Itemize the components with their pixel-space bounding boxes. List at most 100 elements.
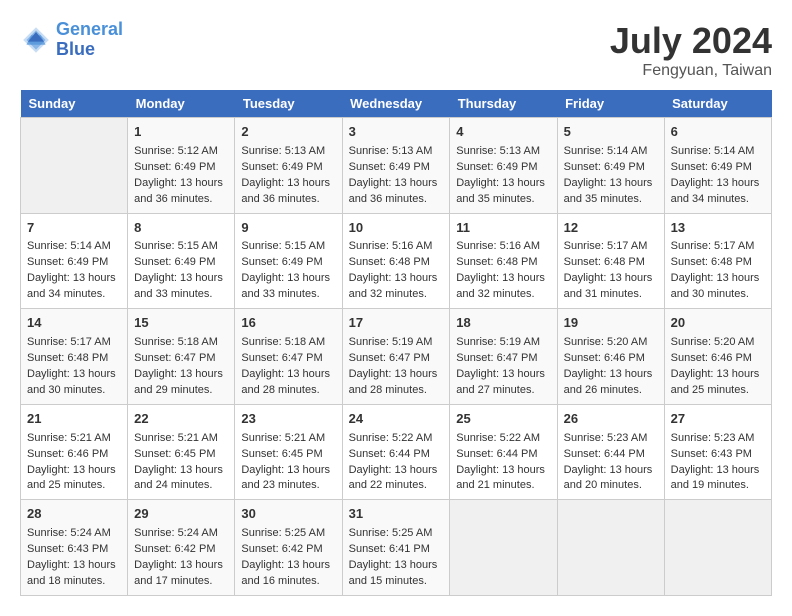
day-number: 24 (349, 410, 444, 429)
day-info-line: and 34 minutes. (671, 192, 765, 208)
day-info-line: Sunset: 6:46 PM (671, 351, 765, 367)
day-number: 8 (134, 219, 228, 238)
day-info-line: Sunrise: 5:23 AM (671, 431, 765, 447)
day-info-line: Sunset: 6:49 PM (134, 160, 228, 176)
day-info-line: Daylight: 13 hours (241, 176, 335, 192)
day-cell: 6Sunrise: 5:14 AMSunset: 6:49 PMDaylight… (664, 118, 771, 214)
day-cell: 4Sunrise: 5:13 AMSunset: 6:49 PMDaylight… (450, 118, 557, 214)
day-info-line: Sunset: 6:48 PM (27, 351, 121, 367)
day-cell: 16Sunrise: 5:18 AMSunset: 6:47 PMDayligh… (235, 309, 342, 405)
day-info-line: Sunrise: 5:16 AM (456, 239, 550, 255)
day-info-line: Sunset: 6:45 PM (241, 447, 335, 463)
day-info-line: Sunset: 6:48 PM (671, 255, 765, 271)
day-info-line: and 28 minutes. (241, 383, 335, 399)
title-block: July 2024 Fengyuan, Taiwan (610, 20, 772, 80)
day-info-line: Daylight: 13 hours (671, 463, 765, 479)
day-info-line: and 30 minutes. (671, 287, 765, 303)
day-number: 30 (241, 505, 335, 524)
day-info-line: Sunset: 6:46 PM (564, 351, 658, 367)
day-info-line: Sunrise: 5:21 AM (241, 431, 335, 447)
day-info-line: Sunset: 6:46 PM (27, 447, 121, 463)
day-info-line: Daylight: 13 hours (241, 367, 335, 383)
day-number: 2 (241, 123, 335, 142)
day-number: 11 (456, 219, 550, 238)
day-info-line: Daylight: 13 hours (456, 463, 550, 479)
weekday-header-row: SundayMondayTuesdayWednesdayThursdayFrid… (21, 90, 772, 118)
day-info-line: and 36 minutes. (134, 192, 228, 208)
day-info-line: Sunset: 6:43 PM (27, 542, 121, 558)
day-info-line: Sunrise: 5:22 AM (349, 431, 444, 447)
day-cell: 17Sunrise: 5:19 AMSunset: 6:47 PMDayligh… (342, 309, 450, 405)
day-info-line: Daylight: 13 hours (27, 367, 121, 383)
day-number: 17 (349, 314, 444, 333)
week-row-2: 7Sunrise: 5:14 AMSunset: 6:49 PMDaylight… (21, 213, 772, 309)
day-info-line: and 35 minutes. (564, 192, 658, 208)
day-info-line: Sunrise: 5:25 AM (241, 526, 335, 542)
day-info-line: Sunrise: 5:25 AM (349, 526, 444, 542)
day-info-line: and 30 minutes. (27, 383, 121, 399)
day-number: 21 (27, 410, 121, 429)
day-info-line: and 20 minutes. (564, 478, 658, 494)
day-number: 15 (134, 314, 228, 333)
day-number: 12 (564, 219, 658, 238)
day-info-line: Sunrise: 5:23 AM (564, 431, 658, 447)
day-info-line: and 33 minutes. (241, 287, 335, 303)
day-info-line: and 29 minutes. (134, 383, 228, 399)
day-number: 22 (134, 410, 228, 429)
day-info-line: Daylight: 13 hours (564, 463, 658, 479)
day-info-line: Daylight: 13 hours (27, 271, 121, 287)
day-info-line: Sunset: 6:44 PM (456, 447, 550, 463)
day-info-line: and 32 minutes. (349, 287, 444, 303)
day-number: 19 (564, 314, 658, 333)
day-cell: 19Sunrise: 5:20 AMSunset: 6:46 PMDayligh… (557, 309, 664, 405)
day-info-line: and 28 minutes. (349, 383, 444, 399)
day-number: 14 (27, 314, 121, 333)
day-info-line: Daylight: 13 hours (349, 176, 444, 192)
day-info-line: Sunrise: 5:15 AM (241, 239, 335, 255)
day-cell: 10Sunrise: 5:16 AMSunset: 6:48 PMDayligh… (342, 213, 450, 309)
day-info-line: and 17 minutes. (134, 574, 228, 590)
week-row-5: 28Sunrise: 5:24 AMSunset: 6:43 PMDayligh… (21, 500, 772, 596)
day-info-line: Daylight: 13 hours (241, 463, 335, 479)
day-info-line: Daylight: 13 hours (564, 176, 658, 192)
location-subtitle: Fengyuan, Taiwan (610, 62, 772, 80)
day-cell: 20Sunrise: 5:20 AMSunset: 6:46 PMDayligh… (664, 309, 771, 405)
day-info-line: and 23 minutes. (241, 478, 335, 494)
day-info-line: Sunset: 6:49 PM (134, 255, 228, 271)
week-row-1: 1Sunrise: 5:12 AMSunset: 6:49 PMDaylight… (21, 118, 772, 214)
day-info-line: Sunset: 6:43 PM (671, 447, 765, 463)
day-cell: 13Sunrise: 5:17 AMSunset: 6:48 PMDayligh… (664, 213, 771, 309)
day-info-line: Sunset: 6:48 PM (564, 255, 658, 271)
day-cell: 14Sunrise: 5:17 AMSunset: 6:48 PMDayligh… (21, 309, 128, 405)
day-info-line: Sunrise: 5:16 AM (349, 239, 444, 255)
day-cell: 1Sunrise: 5:12 AMSunset: 6:49 PMDaylight… (128, 118, 235, 214)
day-cell (21, 118, 128, 214)
day-number: 31 (349, 505, 444, 524)
weekday-header-sunday: Sunday (21, 90, 128, 118)
weekday-header-saturday: Saturday (664, 90, 771, 118)
day-number: 16 (241, 314, 335, 333)
logo-text: General Blue (56, 20, 123, 60)
day-info-line: Sunrise: 5:24 AM (134, 526, 228, 542)
day-info-line: and 25 minutes. (671, 383, 765, 399)
day-info-line: Sunrise: 5:20 AM (671, 335, 765, 351)
day-info-line: Sunrise: 5:13 AM (241, 144, 335, 160)
day-cell: 15Sunrise: 5:18 AMSunset: 6:47 PMDayligh… (128, 309, 235, 405)
day-number: 6 (671, 123, 765, 142)
day-info-line: Daylight: 13 hours (456, 271, 550, 287)
day-info-line: and 32 minutes. (456, 287, 550, 303)
day-number: 18 (456, 314, 550, 333)
day-cell: 7Sunrise: 5:14 AMSunset: 6:49 PMDaylight… (21, 213, 128, 309)
day-info-line: Sunrise: 5:18 AM (241, 335, 335, 351)
day-info-line: and 26 minutes. (564, 383, 658, 399)
day-cell (450, 500, 557, 596)
day-info-line: Daylight: 13 hours (564, 271, 658, 287)
day-cell: 2Sunrise: 5:13 AMSunset: 6:49 PMDaylight… (235, 118, 342, 214)
day-cell: 24Sunrise: 5:22 AMSunset: 6:44 PMDayligh… (342, 404, 450, 500)
day-info-line: and 35 minutes. (456, 192, 550, 208)
day-info-line: Sunset: 6:42 PM (241, 542, 335, 558)
weekday-header-wednesday: Wednesday (342, 90, 450, 118)
day-info-line: Sunrise: 5:21 AM (134, 431, 228, 447)
day-cell: 22Sunrise: 5:21 AMSunset: 6:45 PMDayligh… (128, 404, 235, 500)
day-cell: 11Sunrise: 5:16 AMSunset: 6:48 PMDayligh… (450, 213, 557, 309)
